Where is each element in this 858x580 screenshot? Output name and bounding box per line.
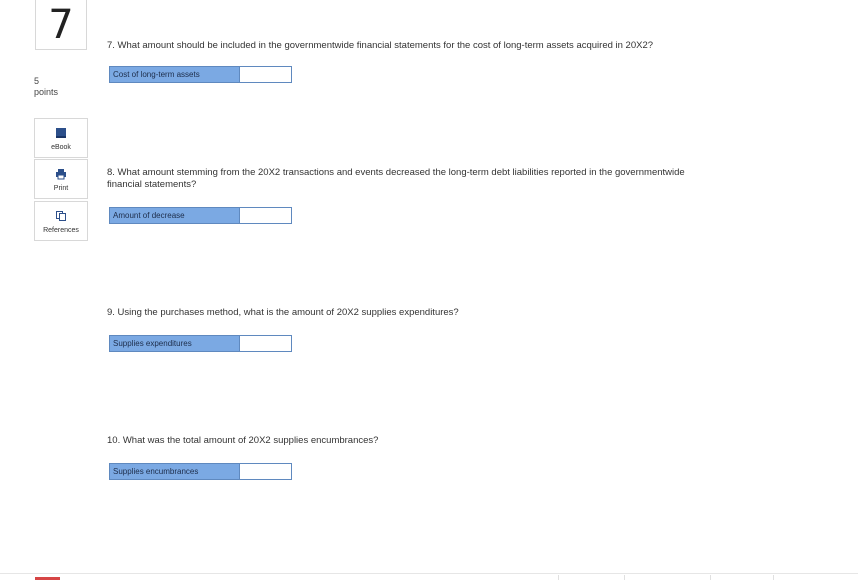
answer-label-supplies-expenditures: Supplies expenditures: [109, 335, 240, 352]
question-10-text: 10. What was the total amount of 20X2 su…: [107, 435, 379, 446]
print-label: Print: [53, 184, 69, 192]
references-button[interactable]: References: [34, 201, 88, 241]
supplies-expenditures-input[interactable]: [240, 335, 292, 352]
answer-row-9: Supplies expenditures: [109, 335, 292, 352]
answer-label-cost-of-long-term-assets: Cost of long-term assets: [109, 66, 240, 83]
answer-row-8: Amount of decrease: [109, 207, 292, 224]
ebook-button[interactable]: eBook: [34, 118, 88, 158]
book-icon: [54, 126, 68, 140]
amount-of-decrease-input[interactable]: [240, 207, 292, 224]
answer-row-10: Supplies encumbrances: [109, 463, 292, 480]
footer-tick: [773, 575, 774, 580]
references-label: References: [43, 226, 79, 234]
footer-tick: [710, 575, 711, 580]
ebook-label: eBook: [51, 143, 71, 151]
supplies-encumbrances-input[interactable]: [240, 463, 292, 480]
footer-tick: [558, 575, 559, 580]
question-8-text: 8. What amount stemming from the 20X2 tr…: [107, 167, 685, 190]
footer-divider: [0, 573, 858, 574]
references-icon: [54, 209, 68, 223]
question-number: 7: [35, 0, 87, 50]
answer-row-7: Cost of long-term assets: [109, 66, 292, 83]
answer-label-supplies-encumbrances: Supplies encumbrances: [109, 463, 240, 480]
print-button[interactable]: Print: [34, 159, 88, 199]
points-value: 5: [34, 76, 40, 86]
points-label: points: [34, 87, 59, 97]
cost-of-long-term-assets-input[interactable]: [240, 66, 292, 83]
points-indicator: 5 points: [34, 76, 58, 98]
question-9-text: 9. Using the purchases method, what is t…: [107, 307, 459, 318]
printer-icon: [54, 167, 68, 181]
answer-label-amount-of-decrease: Amount of decrease: [109, 207, 240, 224]
footer-tick: [624, 575, 625, 580]
question-7-text: 7. What amount should be included in the…: [107, 40, 654, 51]
